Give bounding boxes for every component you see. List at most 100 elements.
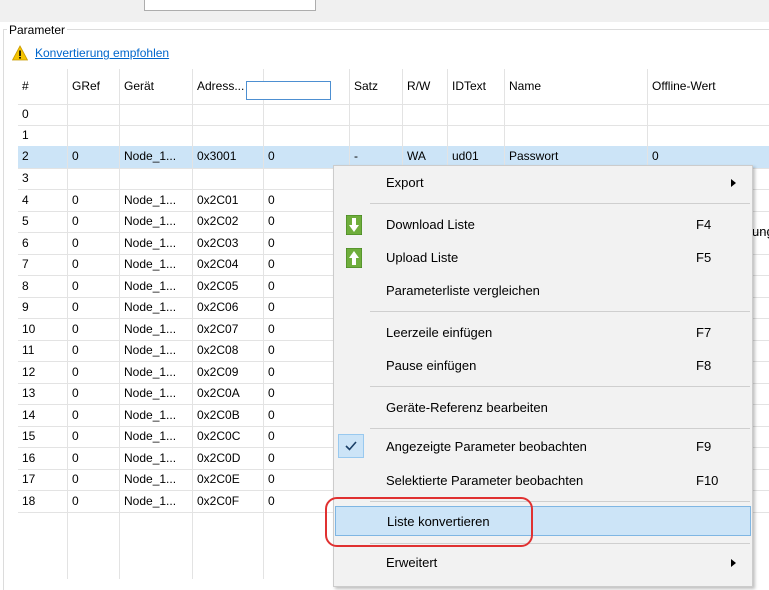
cell-gref: 0 <box>72 235 79 250</box>
cell-rw <box>403 125 448 146</box>
menu-separator <box>370 386 750 387</box>
header-col-num[interactable]: # <box>18 69 68 104</box>
menu-item-watch-shown-parameters[interactable]: Angezeigte Parameter beobachten F9 <box>335 432 751 462</box>
cell-num: 0 <box>22 107 29 121</box>
cell-device: Node_1... <box>124 321 177 336</box>
warning-icon <box>12 45 28 61</box>
cell-address: 0x2C07 <box>197 321 239 336</box>
cell-gref: 0 <box>72 472 79 486</box>
cell-device: Node_1... <box>124 472 177 486</box>
cell-address <box>193 125 264 146</box>
cell-address: 0x2C0E <box>197 472 240 486</box>
menu-item-edit-device-reference[interactable]: Geräte-Referenz bearbeiten <box>335 393 751 423</box>
cell-device: Node_1... <box>124 429 177 443</box>
header-col-offline[interactable]: Offline-Wert <box>648 69 769 104</box>
cell-address <box>193 104 264 125</box>
cell-num: 12 <box>22 364 36 379</box>
cell-address: 0x2C06 <box>197 300 239 314</box>
cell-gref: 0 <box>72 386 79 400</box>
cell-address: 0x2C0C <box>197 429 241 443</box>
cell-num: 6 <box>22 235 29 250</box>
cell-gref <box>68 125 120 146</box>
cell-num: 13 <box>22 386 36 400</box>
cell-idtext <box>448 125 505 146</box>
cell-device: Node_1... <box>124 257 177 271</box>
cell-gref: 0 <box>72 214 79 228</box>
cell-num: 5 <box>22 214 29 228</box>
cell-num: 15 <box>22 429 36 443</box>
header-col-name[interactable]: Name <box>505 69 648 104</box>
cell-device <box>120 125 193 146</box>
table-row[interactable]: 0 <box>18 104 769 125</box>
cell-device: Node_1... <box>124 235 177 250</box>
menu-item-watch-selected-parameters[interactable]: Selektierte Parameter beobachten F10 <box>335 466 751 496</box>
menu-separator <box>370 203 750 204</box>
cell-rw: WA <box>407 149 426 163</box>
cell-device: Node_1... <box>124 407 177 422</box>
submenu-arrow-icon <box>731 559 736 567</box>
cell-address: 0x2C09 <box>197 364 239 379</box>
download-arrow-icon <box>346 215 362 235</box>
menu-item-advanced[interactable]: Erweitert <box>335 548 751 578</box>
cell-offline <box>648 104 769 125</box>
grid-line <box>192 69 193 579</box>
highlight-callout-ring <box>325 497 533 547</box>
cell-address: 0x2C01 <box>197 192 239 207</box>
cell-device: Node_1... <box>124 493 177 508</box>
cell-gref: 0 <box>72 364 79 379</box>
cell-name <box>505 104 648 125</box>
table-row[interactable]: 1 <box>18 125 769 146</box>
cell-device: Node_1... <box>124 214 177 228</box>
menu-item-compare-list[interactable]: Parameterliste vergleichen <box>335 276 751 306</box>
cell-address: 0x2C0A <box>197 386 240 400</box>
cell-name <box>505 125 648 146</box>
menu-item-insert-blank-row[interactable]: Leerzeile einfügen F7 <box>335 318 751 348</box>
menu-item-upload-list[interactable]: Upload Liste F5 <box>335 243 751 273</box>
header-col-satz[interactable]: Satz <box>350 69 403 104</box>
menu-item-download-list[interactable]: Download Liste F4 <box>335 210 751 240</box>
top-toolbar-strip <box>0 0 769 22</box>
cell-gref: 0 <box>72 343 79 357</box>
cell-offline <box>648 125 769 146</box>
cell-gref: 0 <box>72 321 79 336</box>
cell-gref: 0 <box>72 493 79 508</box>
cell-device: Node_1... <box>124 278 177 293</box>
menu-item-export[interactable]: Export <box>335 168 751 198</box>
cell-gref: 0 <box>72 192 79 207</box>
cell-gref: 0 <box>72 300 79 314</box>
conversion-warning: Konvertierung empfohlen <box>12 45 169 61</box>
header-col-rw[interactable]: R/W <box>403 69 448 104</box>
subindex-edit-cell[interactable] <box>246 81 331 100</box>
cell-gref: 0 <box>72 278 79 293</box>
cell-device: Node_1... <box>124 300 177 314</box>
cell-num: 16 <box>22 450 36 465</box>
cell-satz: - <box>354 149 358 163</box>
cell-gref: 0 <box>72 257 79 271</box>
cell-device: Node_1... <box>124 450 177 465</box>
cell-num: 10 <box>22 321 36 336</box>
menu-item-insert-pause[interactable]: Pause einfügen F8 <box>335 351 751 381</box>
cell-address: 0x2C02 <box>197 214 239 228</box>
header-col-device[interactable]: Gerät <box>120 69 193 104</box>
cell-num: 14 <box>22 407 36 422</box>
upload-arrow-icon <box>346 248 362 268</box>
cell-gref <box>68 104 120 125</box>
convert-recommended-link[interactable]: Konvertierung empfohlen <box>35 46 169 60</box>
cell-address: 0x2C03 <box>197 235 239 250</box>
header-col-gref[interactable]: GRef <box>68 69 120 104</box>
cell-address <box>193 168 264 189</box>
offline-value-clipped-text: ung <box>752 224 769 239</box>
cell-gref: 0 <box>72 149 79 163</box>
cell-address: 0x2C08 <box>197 343 239 357</box>
cell-gref: 0 <box>72 450 79 465</box>
cell-num: 1 <box>22 128 29 142</box>
header-col-idtext[interactable]: IDText <box>448 69 505 104</box>
cell-num: 8 <box>22 278 29 293</box>
cell-num: 7 <box>22 257 29 271</box>
cell-gref: 0 <box>72 429 79 443</box>
cell-subindex <box>264 104 350 125</box>
top-input-field[interactable] <box>144 0 316 11</box>
cell-device: Node_1... <box>124 149 177 163</box>
cell-address: 0x2C0F <box>197 493 240 508</box>
submenu-arrow-icon <box>731 179 736 187</box>
